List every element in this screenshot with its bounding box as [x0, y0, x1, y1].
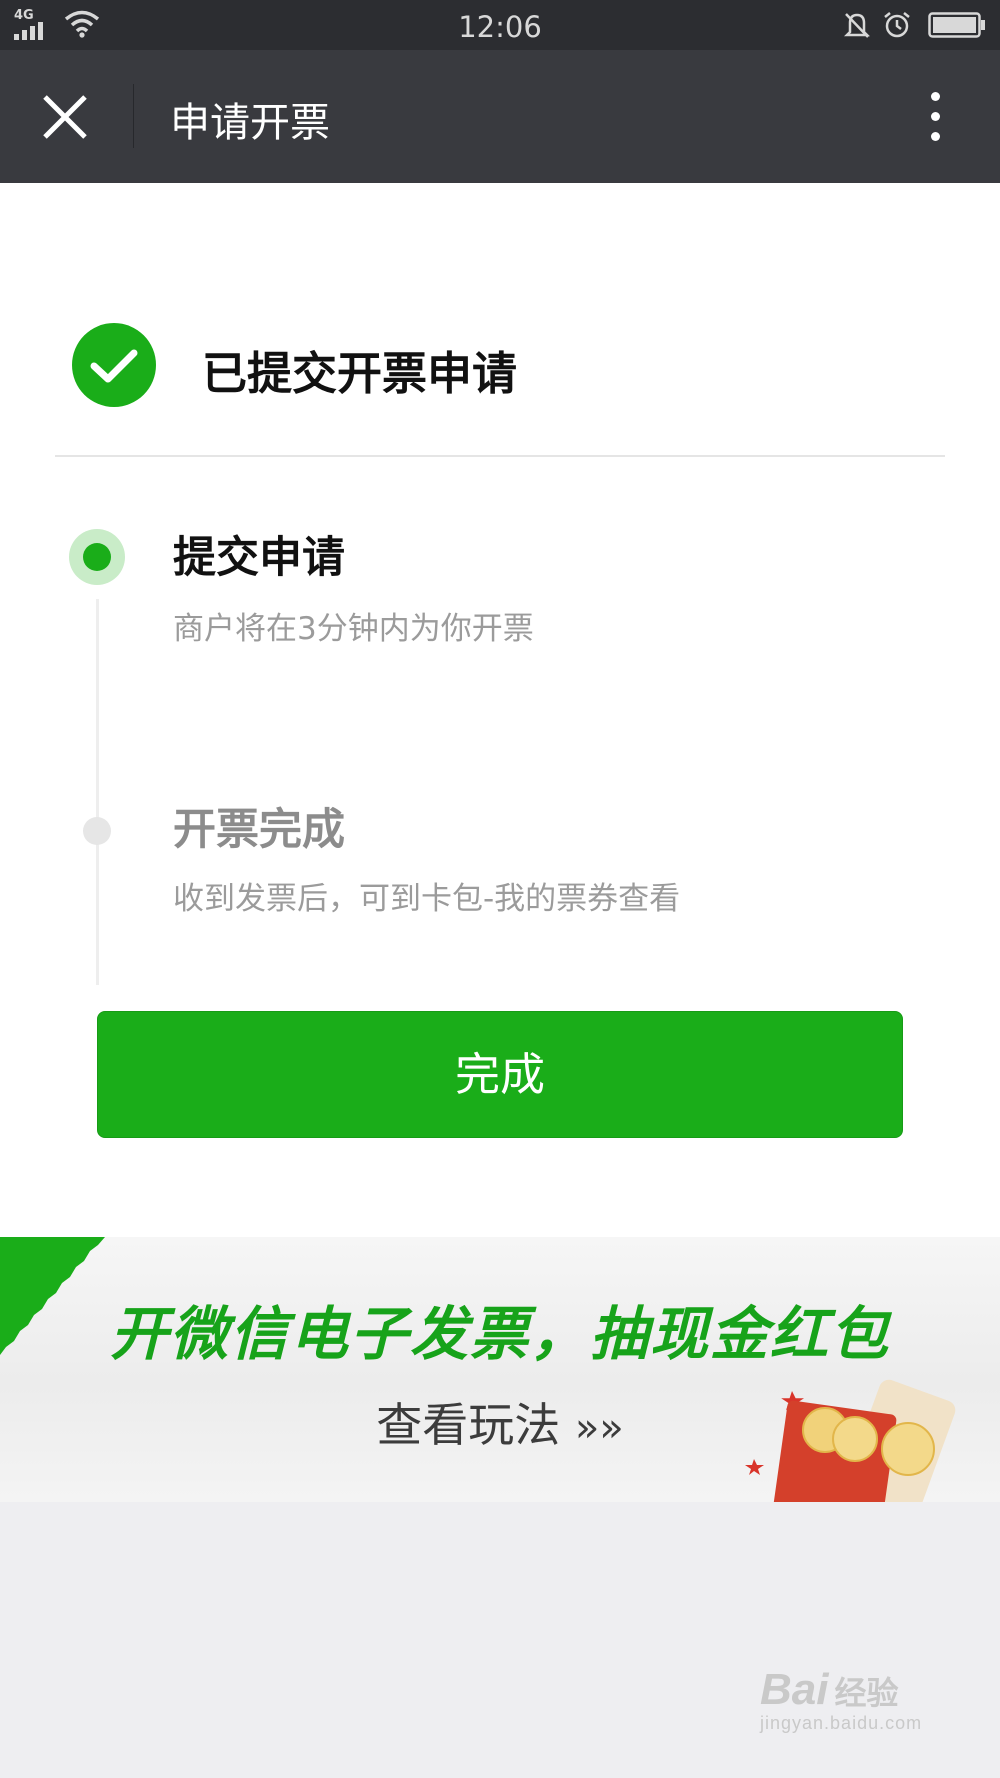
bell-muted-icon — [843, 13, 871, 38]
nav-bar: 申请开票 — [0, 50, 1000, 183]
step-connector — [96, 599, 99, 985]
step-description: 商户将在3分钟内为你开票 — [173, 611, 534, 647]
battery-icon — [928, 12, 985, 38]
content-card: 已提交开票申请 提交申请 商户将在3分钟内为你开票 开票完成 收到发票后，可到卡… — [0, 183, 1000, 1237]
banner-link-text: 查看玩法 — [376, 1398, 561, 1452]
watermark-url: jingyan.baidu.com — [760, 1713, 923, 1733]
step-title: 提交申请 — [173, 533, 345, 583]
check-circle-icon — [72, 323, 156, 407]
divider — [55, 455, 945, 457]
alarm-icon — [884, 12, 910, 38]
step-connector — [96, 859, 99, 921]
more-vertical-icon[interactable] — [920, 88, 950, 148]
double-chevron-right-icon: »» — [574, 1405, 624, 1451]
baidu-jingyan-watermark: Bai 经验 jingyan.baidu.com — [760, 1665, 922, 1734]
done-button[interactable]: 完成 — [97, 1011, 903, 1138]
status-bar: 4G 12:06 — [0, 0, 1000, 50]
close-icon[interactable] — [42, 94, 88, 140]
red-envelope-icon — [745, 1379, 956, 1502]
watermark-brand: Bai — [760, 1665, 829, 1714]
step-description: 收到发票后，可到卡包-我的票券查看 — [173, 881, 681, 917]
watermark-brand-suffix: 经验 — [834, 1675, 899, 1711]
banner-headline: 开微信电子发票，抽现金红包 — [109, 1300, 890, 1368]
result-title: 已提交开票申请 — [202, 347, 518, 400]
promo-banner[interactable]: 开微信电子发票，抽现金红包 查看玩法 »» — [0, 1237, 1000, 1502]
step-title: 开票完成 — [173, 805, 345, 855]
page-title: 申请开票 — [170, 100, 330, 146]
step-pending-dot-icon — [83, 817, 111, 845]
step-active-dot-icon — [69, 529, 125, 585]
nav-divider — [133, 84, 134, 148]
